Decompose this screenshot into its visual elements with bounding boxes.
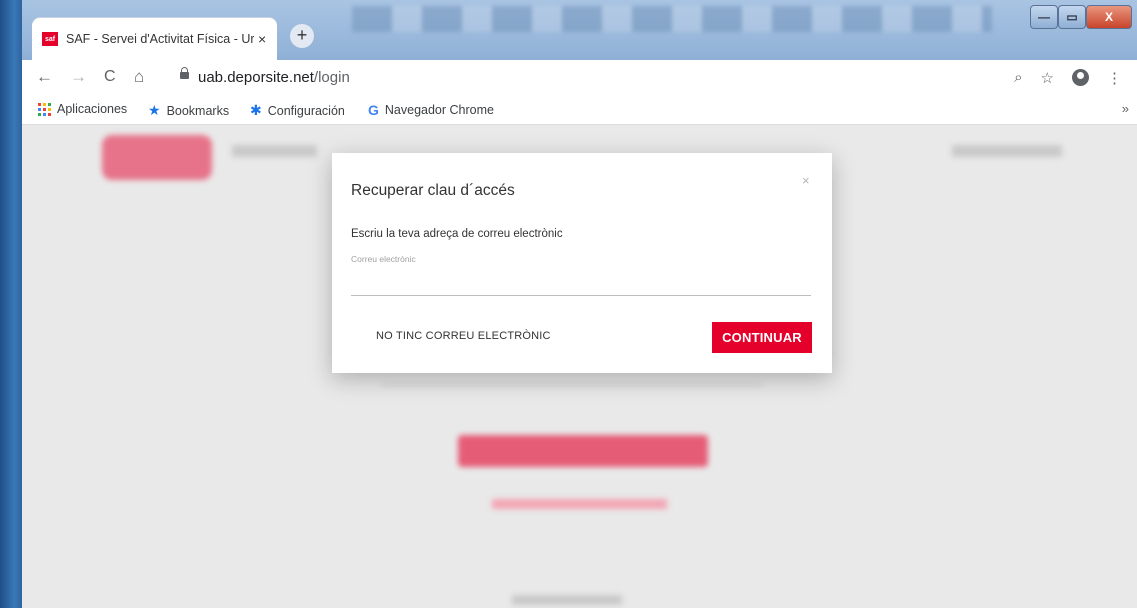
address-bar[interactable]: uab.deporsite.net/login ⌕ ☆ ⋮ <box>162 64 1132 92</box>
star-icon: ★ <box>148 102 161 118</box>
reload-icon[interactable]: C <box>104 67 116 87</box>
modal-title: Recuperar clau d´accés <box>351 182 515 199</box>
forward-icon[interactable]: → <box>70 67 87 87</box>
profile-icon[interactable] <box>1072 69 1089 86</box>
back-icon[interactable]: ← <box>36 67 53 87</box>
background-window-blur <box>352 6 992 32</box>
form-divider <box>382 383 762 386</box>
bookmark-star-icon[interactable]: ☆ <box>1041 69 1054 87</box>
footer-text-blurred <box>512 595 622 605</box>
minimize-button[interactable]: — <box>1030 5 1058 29</box>
site-favicon-icon: saf <box>42 32 58 46</box>
gear-icon: ✱ <box>250 102 262 118</box>
home-icon[interactable]: ⌂ <box>134 67 144 87</box>
bookmarks-overflow-icon[interactable]: » <box>1122 101 1129 116</box>
bookmark-aplicaciones[interactable]: Aplicaciones <box>38 102 127 116</box>
maximize-button[interactable]: ▭ <box>1058 5 1086 29</box>
tab-strip: saf SAF - Servei d'Activitat Física - Ur… <box>22 0 1137 60</box>
continue-button[interactable]: CONTINUAR <box>712 322 812 353</box>
apps-icon <box>38 102 51 116</box>
tab-close-icon[interactable]: × <box>258 31 266 47</box>
bookmark-label: Configuración <box>267 103 345 118</box>
bookmark-navegador-chrome[interactable]: G Navegador Chrome <box>368 102 494 118</box>
zoom-icon[interactable]: ⌕ <box>1014 69 1022 87</box>
close-window-button[interactable]: X <box>1086 5 1132 29</box>
header-right-text <box>952 145 1062 157</box>
bookmark-configuracion[interactable]: ✱ Configuración <box>250 102 345 119</box>
email-field[interactable] <box>351 251 811 296</box>
bookmark-label: Navegador Chrome <box>384 103 494 117</box>
site-logo-text <box>232 145 317 157</box>
lock-icon <box>180 67 189 79</box>
close-icon[interactable]: × <box>802 173 810 188</box>
url-domain: uab.deporsite.net <box>198 69 314 86</box>
bookmark-label: Bookmarks <box>166 103 230 118</box>
url-text[interactable]: uab.deporsite.net/login <box>198 69 350 86</box>
url-path: /login <box>313 69 350 86</box>
email-prompt: Escriu la teva adreça de correu electròn… <box>351 228 563 240</box>
bookmark-bookmarks[interactable]: ★ Bookmarks <box>148 102 229 119</box>
new-tab-button[interactable]: + <box>290 24 314 48</box>
google-icon: G <box>368 102 379 118</box>
desktop-background <box>0 0 24 608</box>
bookmark-label: Aplicaciones <box>57 102 128 116</box>
bookmarks-bar: Aplicaciones ★ Bookmarks ✱ Configuración… <box>22 95 1137 125</box>
site-logo <box>102 135 212 180</box>
login-button-blurred <box>458 435 708 467</box>
tab-title: SAF - Servei d'Activitat Física - Ur <box>66 32 254 46</box>
menu-icon[interactable]: ⋮ <box>1107 69 1122 87</box>
browser-toolbar: ← → C ⌂ uab.deporsite.net/login ⌕ ☆ ⋮ <box>22 60 1137 95</box>
recover-password-modal: Recuperar clau d´accés × Escriu la teva … <box>332 153 832 373</box>
forgot-link-blurred <box>492 499 667 509</box>
tab-active[interactable]: saf SAF - Servei d'Activitat Física - Ur… <box>32 18 277 60</box>
browser-window: saf SAF - Servei d'Activitat Física - Ur… <box>22 0 1137 608</box>
no-email-button[interactable]: NO TINC CORREU ELECTRÒNIC <box>376 330 551 342</box>
